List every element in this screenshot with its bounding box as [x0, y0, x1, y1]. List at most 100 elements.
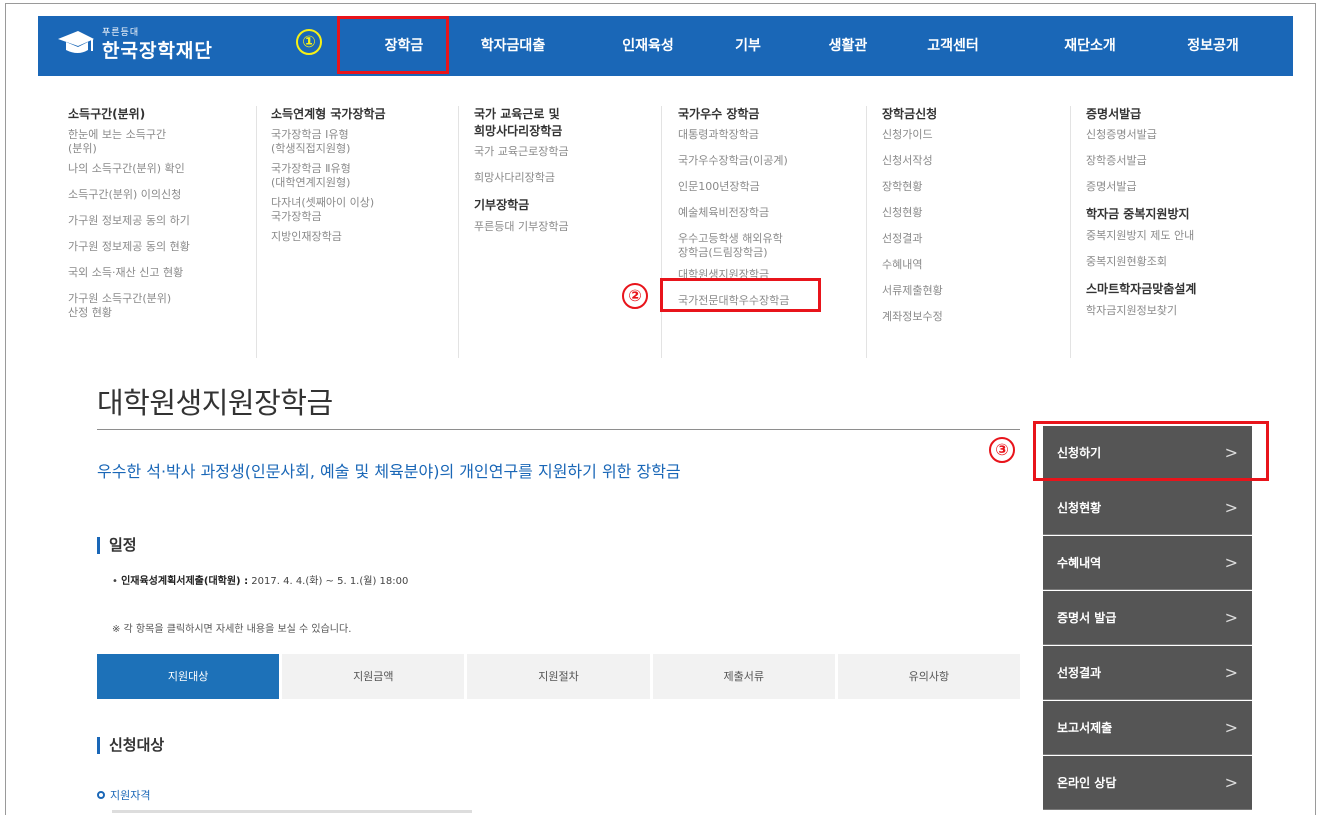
circle-bullet-icon: [97, 791, 105, 799]
info-tabs: 지원대상 지원금액 지원절차 제출서류 유의사항: [97, 654, 1021, 699]
bullet-icon: •: [112, 576, 122, 587]
tab-hint-note: ※ 각 항목을 클릭하시면 자세한 내용을 보실 수 있습니다.: [112, 624, 352, 635]
nav-donation[interactable]: 기부: [718, 16, 778, 76]
nav-about-foundation[interactable]: 재단소개: [1045, 16, 1135, 76]
side-menu-certificate[interactable]: 증명서 발급 >: [1043, 591, 1252, 645]
menu-item[interactable]: 가구원 정보제공 동의 현황: [68, 240, 256, 254]
nav-student-loan[interactable]: 학자금대출: [468, 16, 558, 76]
menu-item[interactable]: 가구원 소득구간(분위) 산정 현황: [68, 292, 256, 320]
menu-item[interactable]: 장학증서발급: [1086, 154, 1276, 168]
chevron-right-icon: >: [1224, 773, 1238, 792]
top-navigation: 푸른등대 한국장학재단 장학금 학자금대출 인재육성 기부 생활관 고객센터 재…: [38, 16, 1293, 76]
menu-item[interactable]: 신청증명서발급: [1086, 128, 1276, 142]
menu-item[interactable]: 신청서작성: [882, 154, 1070, 168]
highlight-box-scholarship-nav: [337, 16, 449, 74]
menu-item[interactable]: 서류제출현황: [882, 284, 1070, 298]
menu-heading[interactable]: 소득연계형 국가장학금: [271, 106, 458, 123]
menu-heading[interactable]: 장학금신청: [882, 106, 1070, 123]
menu-column-application: 장학금신청 신청가이드 신청서작성 장학현황 신청현황 선정결과 수혜내역 서류…: [882, 106, 1071, 358]
graduation-cap-icon: [56, 28, 96, 62]
nav-dormitory[interactable]: 생활관: [813, 16, 883, 76]
menu-item[interactable]: 우수고등학생 해외유학 장학금(드림장학금): [678, 232, 866, 260]
menu-item[interactable]: 다자녀(셋째아이 이상) 국가장학금: [271, 196, 458, 224]
highlight-box-apply: [1033, 421, 1269, 481]
menu-item[interactable]: 국외 소득·재산 신고 현황: [68, 266, 256, 280]
side-menu-online-consult[interactable]: 온라인 상담 >: [1043, 756, 1252, 810]
schedule-value: 2017. 4. 4.(화) ~ 5. 1.(월) 18:00: [248, 576, 409, 587]
menu-item[interactable]: 한눈에 보는 소득구간 (분위): [68, 128, 256, 156]
side-menu-results[interactable]: 선정결과 >: [1043, 646, 1252, 700]
menu-item[interactable]: 학자금지원정보찾기: [1086, 304, 1276, 318]
chevron-right-icon: >: [1224, 718, 1238, 737]
chevron-right-icon: >: [1224, 663, 1238, 682]
menu-item[interactable]: 나의 소득구간(분위) 확인: [68, 162, 256, 176]
menu-item[interactable]: 가구원 정보제공 동의 하기: [68, 214, 256, 228]
title-divider: [97, 429, 1020, 430]
side-menu-label: 선정결과: [1057, 666, 1102, 680]
side-menu-label: 온라인 상담: [1057, 776, 1117, 790]
page-title: 대학원생지원장학금: [97, 386, 333, 420]
menu-item[interactable]: 신청가이드: [882, 128, 1070, 142]
step-1-marker: ①: [296, 29, 322, 55]
chevron-right-icon: >: [1224, 608, 1238, 627]
truncated-text-line: [112, 810, 472, 813]
apply-target-heading: 신청대상: [97, 737, 164, 754]
menu-item[interactable]: 계좌정보수정: [882, 310, 1070, 324]
menu-item[interactable]: 국가 교육근로장학금: [474, 145, 661, 159]
highlight-box-graduate-scholarship: [660, 278, 821, 312]
menu-column-income-bracket: 소득구간(분위) 한눈에 보는 소득구간 (분위) 나의 소득구간(분위) 확인…: [68, 106, 257, 358]
menu-item[interactable]: 푸른등대 기부장학금: [474, 220, 661, 234]
qualification-subheading: 지원자격: [97, 787, 150, 803]
side-menu-report[interactable]: 보고서제출 >: [1043, 701, 1252, 755]
tab-documents[interactable]: 제출서류: [652, 654, 838, 699]
menu-heading[interactable]: 스마트학자금맞춤설계: [1086, 281, 1276, 298]
schedule-heading: 일정: [97, 537, 137, 554]
menu-item[interactable]: 수혜내역: [882, 258, 1070, 272]
schedule-label: 인재육성계획서제출(대학원) :: [121, 576, 249, 587]
menu-column-national-excellence: 국가우수 장학금 대통령과학장학금 국가우수장학금(이공계) 인문100년장학금…: [678, 106, 867, 358]
menu-heading[interactable]: 증명서발급: [1086, 106, 1276, 123]
menu-heading[interactable]: 소득구간(분위): [68, 106, 256, 123]
menu-column-work-ladder: 국가 교육근로 및 희망사다리장학금 국가 교육근로장학금 희망사다리장학금 기…: [474, 106, 662, 358]
tab-notes[interactable]: 유의사항: [837, 654, 1021, 699]
menu-item[interactable]: 선정결과: [882, 232, 1070, 246]
menu-item[interactable]: 국가장학금 Ⅰ유형 (학생직접지원형): [271, 128, 458, 156]
tab-procedure[interactable]: 지원절차: [467, 654, 653, 699]
menu-item[interactable]: 희망사다리장학금: [474, 171, 661, 185]
menu-item[interactable]: 지방인재장학금: [271, 230, 458, 244]
menu-item[interactable]: 소득구간(분위) 이의신청: [68, 188, 256, 202]
qualification-label: 지원자격: [110, 789, 151, 802]
step-2-marker: ②: [622, 283, 648, 309]
menu-column-national-scholarship: 소득연계형 국가장학금 국가장학금 Ⅰ유형 (학생직접지원형) 국가장학금 Ⅱ유…: [271, 106, 459, 358]
nav-public-info[interactable]: 정보공개: [1168, 16, 1258, 76]
menu-column-certificates: 증명서발급 신청증명서발급 장학증서발급 증명서발급 학자금 중복지원방지 중복…: [1086, 106, 1276, 358]
menu-item[interactable]: 국가우수장학금(이공계): [678, 154, 866, 168]
chevron-right-icon: >: [1224, 553, 1238, 572]
menu-item[interactable]: 신청현황: [882, 206, 1070, 220]
nav-customer-center[interactable]: 고객센터: [908, 16, 998, 76]
logo[interactable]: 푸른등대 한국장학재단: [56, 24, 256, 68]
chevron-right-icon: >: [1224, 498, 1238, 517]
menu-item[interactable]: 장학현황: [882, 180, 1070, 194]
step-3-marker: ③: [989, 437, 1015, 463]
side-menu-status[interactable]: 신청현황 >: [1043, 481, 1252, 535]
menu-heading[interactable]: 국가 교육근로 및 희망사다리장학금: [474, 106, 661, 140]
menu-item[interactable]: 인문100년장학금: [678, 180, 866, 194]
side-menu-label: 신청현황: [1057, 501, 1102, 515]
menu-item[interactable]: 국가장학금 Ⅱ유형 (대학연계지원형): [271, 162, 458, 190]
side-menu-label: 증명서 발급: [1057, 611, 1117, 625]
menu-heading[interactable]: 국가우수 장학금: [678, 106, 866, 123]
tab-eligibility[interactable]: 지원대상: [97, 654, 283, 699]
nav-talent-development[interactable]: 인재육성: [608, 16, 688, 76]
menu-item[interactable]: 대통령과학장학금: [678, 128, 866, 142]
side-menu-benefits[interactable]: 수혜내역 >: [1043, 536, 1252, 590]
menu-item[interactable]: 예술체육비전장학금: [678, 206, 866, 220]
menu-item[interactable]: 증명서발급: [1086, 180, 1276, 194]
menu-item[interactable]: 중복지원방지 제도 안내: [1086, 229, 1276, 243]
menu-heading[interactable]: 기부장학금: [474, 197, 661, 214]
tab-amount[interactable]: 지원금액: [282, 654, 468, 699]
menu-item[interactable]: 중복지원현황조회: [1086, 255, 1276, 269]
menu-heading[interactable]: 학자금 중복지원방지: [1086, 206, 1276, 223]
schedule-item: • 인재육성계획서제출(대학원) : 2017. 4. 4.(화) ~ 5. 1…: [112, 572, 408, 587]
side-menu-label: 수혜내역: [1057, 556, 1102, 570]
